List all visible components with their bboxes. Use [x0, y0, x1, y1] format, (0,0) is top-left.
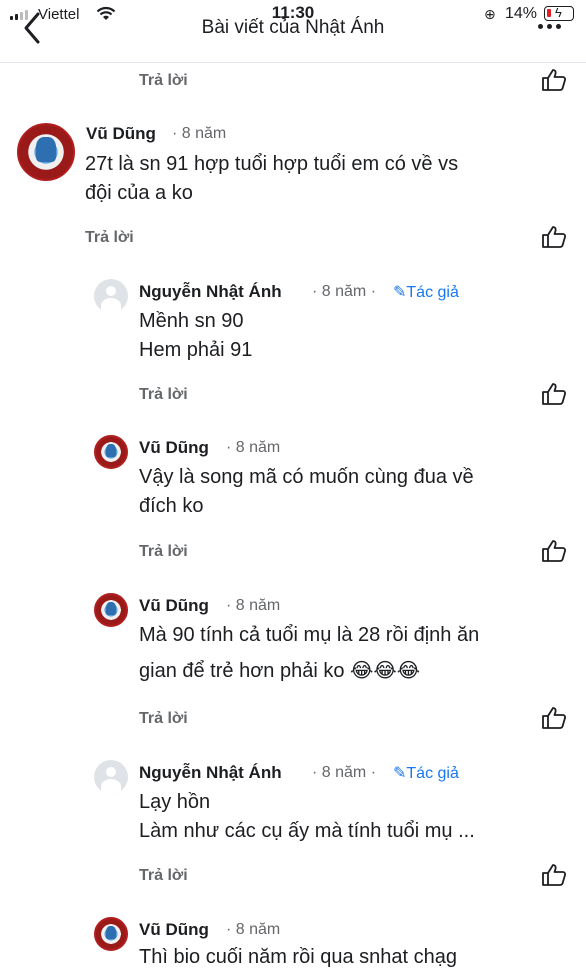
like-icon[interactable]	[541, 706, 567, 730]
reply-button[interactable]: Trả lời	[139, 867, 188, 885]
reply-button[interactable]: Trả lời	[139, 72, 188, 90]
avatar[interactable]	[94, 917, 128, 951]
comment-time: · 8 năm ·	[312, 283, 377, 300]
page-title: Bài viết của Nhật Ánh	[201, 17, 385, 38]
author-badge-label: Tác giả	[406, 284, 459, 301]
commenter-name[interactable]: Vũ Dũng	[139, 438, 209, 458]
pencil-icon: ✎	[393, 765, 407, 782]
comment-time: · 8 năm	[172, 125, 227, 142]
comment-text-line: Thì bio cuối năm rồi qua snhat chạg	[139, 946, 457, 968]
like-icon[interactable]	[541, 382, 567, 406]
comment-text-line: Vậy là song mã có muốn cùng đua về	[139, 466, 474, 488]
comment-text-line: Lạy hồn	[139, 791, 211, 813]
laughing-emoji: 😂😂😂	[350, 658, 421, 682]
comment-text-line: đích ko	[139, 495, 204, 517]
avatar[interactable]	[17, 123, 75, 181]
reply-button[interactable]: Trả lời	[139, 386, 188, 404]
battery-icon: ϟ	[544, 5, 574, 21]
like-icon[interactable]	[541, 539, 567, 563]
like-icon[interactable]	[541, 225, 567, 249]
pencil-icon: ✎	[393, 284, 407, 301]
commenter-name[interactable]: Nguyễn Nhật Ánh	[139, 763, 282, 783]
comment-text-line: Làm như các cụ ấy mà tính tuổi mụ ...	[139, 820, 475, 842]
avatar[interactable]	[94, 593, 128, 627]
avatar[interactable]	[94, 435, 128, 469]
author-badge-label: Tác giả	[406, 765, 459, 782]
comment-text-line: Hem phải 91	[139, 339, 253, 361]
commenter-name[interactable]: Vũ Dũng	[139, 596, 209, 616]
comment-text: gian để trẻ hơn phải ko	[139, 660, 345, 682]
battery-percent: 14%	[505, 5, 538, 22]
commenter-name[interactable]: Vũ Dũng	[86, 124, 156, 144]
orientation-lock-icon: ⊕	[484, 6, 496, 22]
commenter-name[interactable]: Nguyễn Nhật Ánh	[139, 282, 282, 302]
commenter-name[interactable]: Vũ Dũng	[139, 920, 209, 940]
comment-time: · 8 năm	[226, 597, 281, 614]
author-badge: ✎Tác giả	[393, 763, 459, 783]
comment-text-line: đội của a ko	[85, 182, 193, 204]
like-icon[interactable]	[541, 68, 567, 92]
avatar[interactable]	[94, 279, 128, 313]
status-bar: Viettel 11:30 Bài viết của Nhật Ánh ⊕ 14…	[0, 0, 586, 62]
comment-text-line: Mềnh sn 90	[139, 310, 244, 332]
reply-button[interactable]: Trả lời	[85, 229, 134, 247]
like-icon[interactable]	[541, 863, 567, 887]
author-badge: ✎Tác giả	[393, 282, 459, 302]
avatar[interactable]	[94, 760, 128, 794]
comment-text-line: Mà 90 tính cả tuổi mụ là 28 rồi định ăn	[139, 624, 480, 646]
comment-time: · 8 năm	[226, 921, 281, 938]
comment-text-line: gian để trẻ hơn phải ko 😂😂😂	[139, 656, 420, 686]
comment-time: · 8 năm	[226, 439, 281, 456]
comment-text-line: 27t là sn 91 hợp tuổi hợp tuổi em có về …	[85, 153, 459, 175]
more-options-icon[interactable]	[538, 24, 561, 29]
reply-button[interactable]: Trả lời	[139, 710, 188, 728]
comment-time: · 8 năm ·	[312, 764, 377, 781]
reply-button[interactable]: Trả lời	[139, 543, 188, 561]
header-divider	[0, 62, 586, 63]
